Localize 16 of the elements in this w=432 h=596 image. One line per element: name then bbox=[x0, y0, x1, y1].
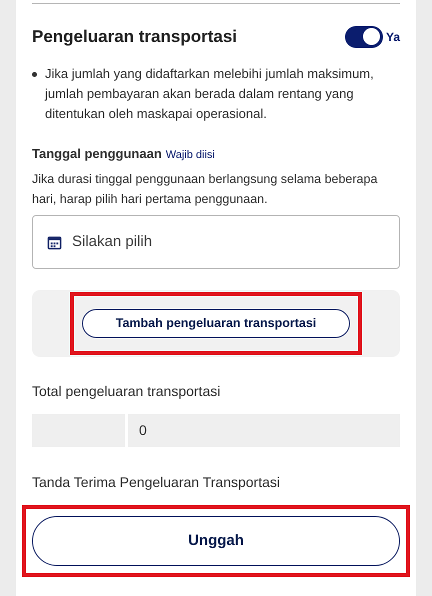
add-button[interactable]: Tambah pengeluaran transportasi bbox=[82, 309, 350, 338]
total-label: Total pengeluaran transportasi bbox=[32, 382, 222, 401]
upload-button[interactable]: Unggah bbox=[32, 516, 400, 566]
section-title: Pengeluaran transportasi bbox=[32, 26, 238, 48]
total-value: 0 bbox=[139, 421, 147, 440]
field-label: Tanggal penggunaan bbox=[32, 144, 162, 163]
toggle-switch[interactable] bbox=[344, 26, 383, 48]
receipt-label: Tanda Terima Pengeluaran Transportasi bbox=[32, 473, 282, 492]
date-input[interactable]: Silakan pilih bbox=[72, 230, 385, 254]
help-text: Jika durasi tinggal penggunaan berlangsung selama beberapa hari, harap pilih hari pertama penggunaan. bbox=[32, 171, 378, 208]
required-tag: Wajib diisi bbox=[166, 146, 215, 163]
calendar-icon bbox=[47, 234, 62, 250]
toggle-label: Ya bbox=[386, 28, 400, 46]
note-text: Jika jumlah yang didaftarkan melebihi jumlah maksimum, jumlah pembayaran akan berada dalam rentang yang ditentukan oleh maskapai operasional. bbox=[45, 64, 375, 123]
bullet-icon bbox=[32, 72, 37, 76]
date-field[interactable]: Silakan pilih bbox=[32, 215, 400, 269]
